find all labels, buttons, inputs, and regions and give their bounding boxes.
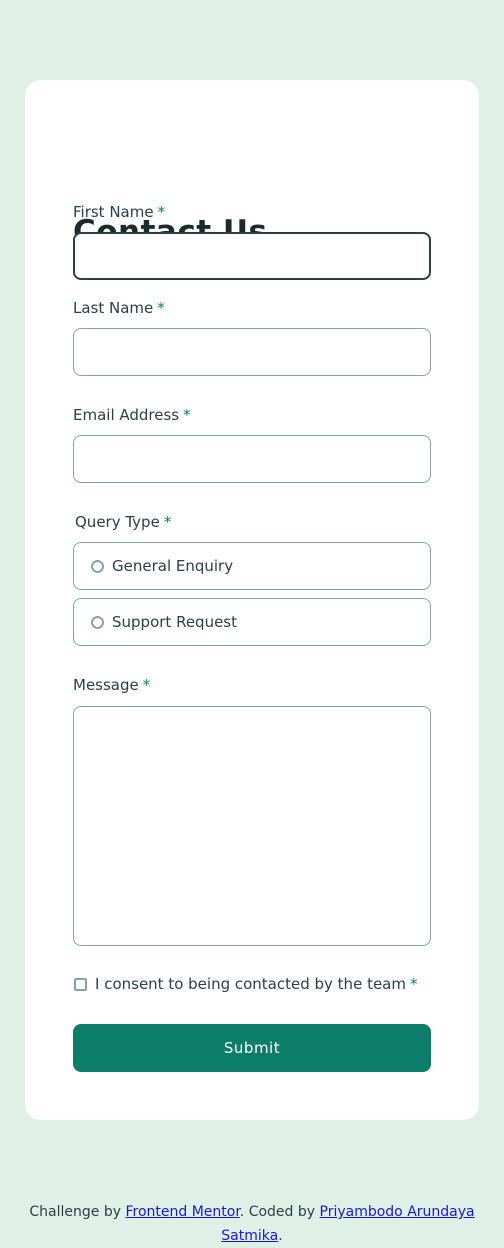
radio-option-label: General Enquiry	[112, 557, 234, 575]
attribution-footer: Challenge by Frontend Mentor. Coded by P…	[16, 1200, 488, 1248]
email-input[interactable]	[73, 435, 431, 483]
radio-circle-icon[interactable]	[91, 616, 104, 629]
consent-checkbox[interactable]	[74, 978, 87, 991]
frontend-mentor-link[interactable]: Frontend Mentor	[125, 1204, 239, 1220]
first-name-label-text: First Name	[73, 203, 154, 221]
required-asterisk: *	[163, 513, 172, 531]
first-name-input[interactable]	[73, 232, 431, 280]
contact-form-card: Contact Us First Name* Last Name* Email …	[25, 80, 479, 1120]
email-label-text: Email Address	[73, 406, 180, 424]
message-label: Message *	[73, 675, 150, 695]
first-name-label: First Name *	[73, 202, 165, 222]
required-asterisk: *	[157, 203, 166, 221]
last-name-label-text: Last Name	[73, 299, 154, 317]
email-label: Email Address *	[73, 405, 191, 425]
consent-label-text: I consent to being contacted by the team	[95, 975, 406, 993]
required-asterisk: *	[183, 406, 191, 424]
query-type-label: Query Type *	[75, 512, 171, 532]
footer-middle: . Coded by	[239, 1204, 320, 1220]
radio-circle-icon[interactable]	[91, 560, 104, 573]
footer-suffix: .	[278, 1228, 283, 1244]
required-asterisk: *	[142, 676, 151, 694]
query-type-label-text: Query Type	[75, 513, 160, 531]
radio-support-request[interactable]: Support Request	[73, 598, 431, 646]
radio-general-enquiry[interactable]: General Enquiry	[73, 542, 431, 590]
last-name-label: Last Name *	[73, 298, 165, 318]
last-name-input[interactable]	[73, 328, 431, 376]
required-asterisk: *	[157, 299, 165, 317]
radio-option-label: Support Request	[112, 613, 237, 631]
message-label-text: Message	[73, 676, 139, 694]
footer-prefix: Challenge by	[29, 1204, 126, 1220]
submit-button[interactable]: Submit	[73, 1024, 431, 1072]
required-asterisk: *	[409, 975, 418, 993]
consent-label[interactable]: I consent to being contacted by the team…	[95, 974, 417, 994]
message-textarea[interactable]	[73, 706, 431, 946]
